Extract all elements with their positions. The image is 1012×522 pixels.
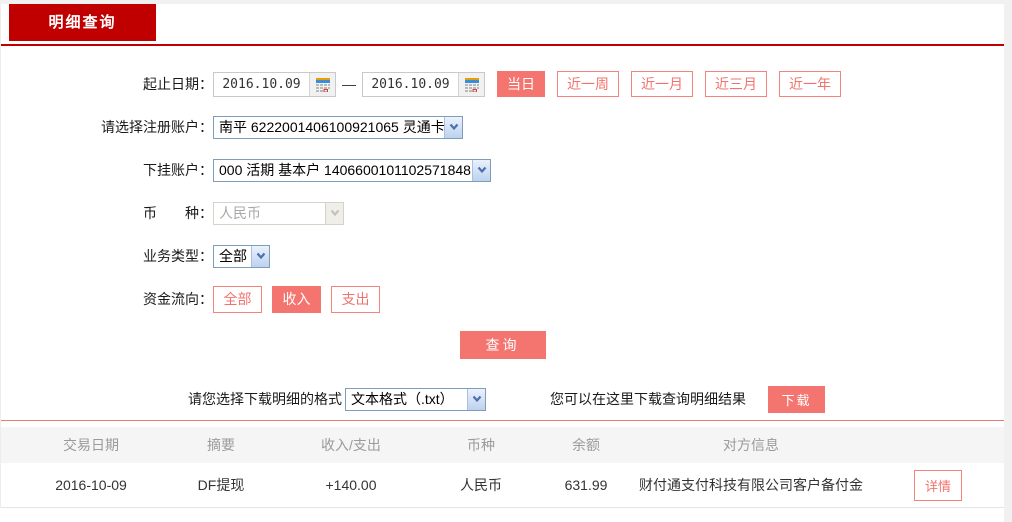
register-account-select[interactable]: 南平 6222001406100921065 灵通卡 xyxy=(213,115,463,139)
tab-detail-query[interactable]: 明细查询 xyxy=(9,4,156,41)
header-amount: 收入/支出 xyxy=(321,437,381,453)
detail-query-panel: 明细查询 起止日期： 2016.10.09 — 2016.10.09 当日 近一… xyxy=(0,4,1004,508)
register-account-label: 请选择注册账户： xyxy=(101,119,213,135)
header-balance: 余额 xyxy=(572,437,600,453)
quick-range-quarter-button[interactable]: 近三月 xyxy=(705,71,767,97)
currency-value: 人民币 xyxy=(219,205,261,221)
tab-bar: 明细查询 xyxy=(1,4,1004,46)
start-date-value[interactable] xyxy=(214,72,309,96)
row-currency: 人民币 xyxy=(460,477,502,493)
business-type-row: 业务类型： 全部 xyxy=(1,243,1004,269)
date-range-label: 起止日期： xyxy=(143,76,213,92)
dropdown-arrow-icon xyxy=(444,116,462,138)
download-format-value: 文本格式（.txt） xyxy=(351,391,454,407)
row-amount: +140.00 xyxy=(325,477,377,493)
row-balance: 631.99 xyxy=(564,477,608,493)
header-date: 交易日期 xyxy=(63,437,119,453)
fund-flow-row: 资金流向： 全部 收入 支出 xyxy=(1,285,1004,313)
sub-account-select[interactable]: 000 活期 基本户 1406600101102571848 xyxy=(213,158,491,182)
dropdown-arrow-icon xyxy=(325,202,343,224)
quick-range-year-button[interactable]: 近一年 xyxy=(779,71,841,97)
fund-flow-label: 资金流向： xyxy=(143,291,213,307)
quick-range-month-button[interactable]: 近一月 xyxy=(631,71,693,97)
date-separator: — xyxy=(342,76,356,92)
start-date-input[interactable] xyxy=(213,71,336,97)
header-summary: 摘要 xyxy=(207,437,235,453)
header-currency: 币种 xyxy=(467,437,495,453)
end-date-value[interactable] xyxy=(363,72,458,96)
dropdown-arrow-icon xyxy=(467,388,485,410)
quick-range-today-button[interactable]: 当日 xyxy=(497,71,545,97)
date-range-row: 起止日期： 2016.10.09 — 2016.10.09 当日 近一周 近一月… xyxy=(1,71,1004,97)
business-type-value: 全部 xyxy=(219,248,247,264)
download-button[interactable]: 下载 xyxy=(768,385,825,413)
fund-flow-all-button[interactable]: 全部 xyxy=(213,285,262,313)
currency-label: 币 种： xyxy=(143,205,213,221)
business-type-label: 业务类型： xyxy=(143,248,213,264)
end-date-input[interactable] xyxy=(362,71,485,97)
table-header: 交易日期 摘要 收入/支出 币种 余额 对方信息 xyxy=(1,427,1004,463)
register-account-row: 请选择注册账户： 南平 6222001406100921065 灵通卡 xyxy=(1,114,1004,140)
fund-flow-expense-button[interactable]: 支出 xyxy=(331,285,380,313)
header-counterparty: 对方信息 xyxy=(723,437,779,453)
calendar-icon[interactable] xyxy=(458,72,484,96)
row-action: 详情 xyxy=(871,469,1005,501)
register-account-value: 南平 6222001406100921065 灵通卡 xyxy=(219,119,444,135)
download-hint: 您可以在这里下载查询明细结果 xyxy=(550,391,746,407)
row-summary: DF提现 xyxy=(197,477,245,493)
table-row: 2016-10-09 DF提现 +140.00 人民币 631.99 财付通支付… xyxy=(1,463,1004,508)
query-form: 起止日期： 2016.10.09 — 2016.10.09 当日 近一周 近一月… xyxy=(1,46,1004,359)
query-button[interactable]: 查询 xyxy=(459,331,546,359)
dropdown-arrow-icon xyxy=(251,245,269,267)
currency-row: 币 种： 人民币 xyxy=(1,200,1004,226)
dropdown-arrow-icon xyxy=(472,159,490,181)
sub-account-label: 下挂账户： xyxy=(143,162,213,178)
sub-account-row: 下挂账户： 000 活期 基本户 1406600101102571848 xyxy=(1,157,1004,183)
download-format-select[interactable]: 文本格式（.txt） xyxy=(345,387,486,411)
sub-account-value: 000 活期 基本户 1406600101102571848 xyxy=(219,162,471,178)
download-format-label: 请您选择下载明细的格式 xyxy=(188,391,342,407)
detail-button[interactable]: 详情 xyxy=(913,469,962,501)
currency-select: 人民币 xyxy=(213,201,344,225)
business-type-select[interactable]: 全部 xyxy=(213,244,270,268)
download-row: 请您选择下载明细的格式 文本格式（.txt） 您可以在这里下载查询明细结果 下载 xyxy=(1,385,1004,413)
transactions-table: 交易日期 摘要 收入/支出 币种 余额 对方信息 2016-10-09 DF提现… xyxy=(1,420,1004,508)
fund-flow-income-button[interactable]: 收入 xyxy=(272,285,321,313)
row-counterparty: 财付通支付科技有限公司客户备付金 xyxy=(639,477,863,493)
quick-range-week-button[interactable]: 近一周 xyxy=(557,71,619,97)
query-row: 查询 xyxy=(1,331,1004,359)
row-date: 2016-10-09 xyxy=(55,477,127,493)
calendar-icon[interactable] xyxy=(309,72,335,96)
right-scroll-strip xyxy=(1004,0,1012,522)
